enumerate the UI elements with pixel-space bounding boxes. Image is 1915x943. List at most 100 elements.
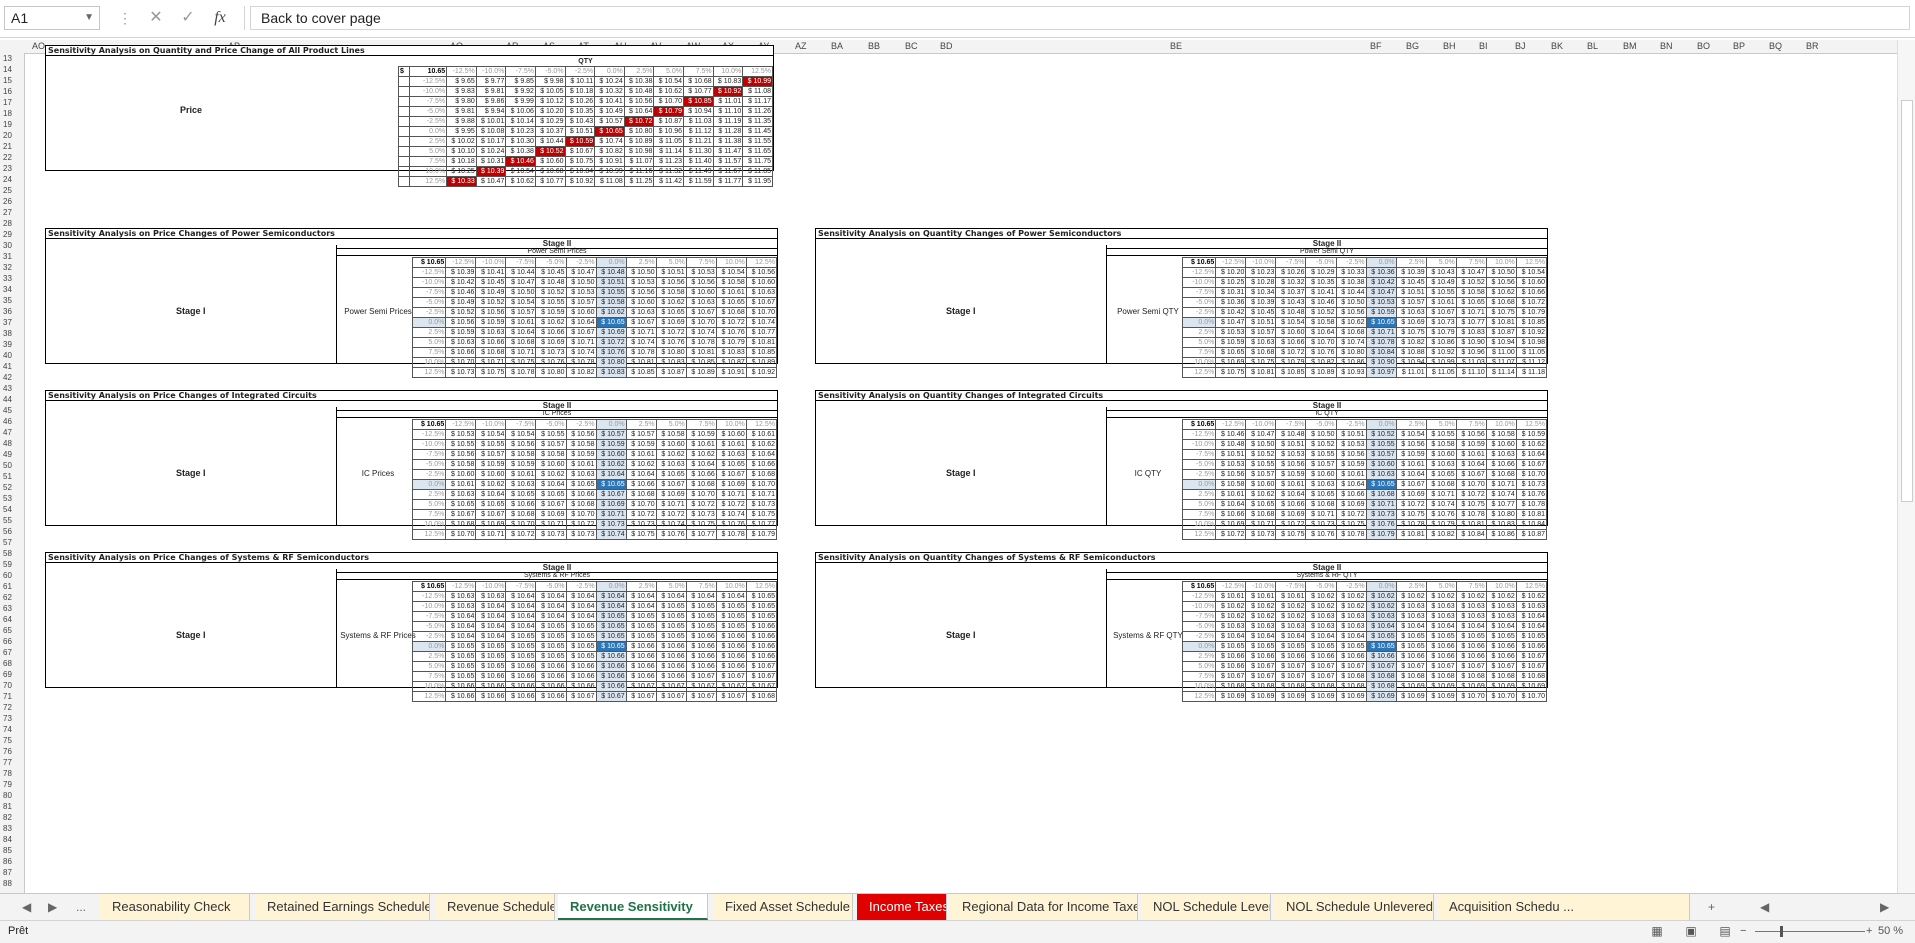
table-cell[interactable]: $ 10.84 [1515, 519, 1548, 530]
table-cell[interactable]: -7.5% [408, 96, 448, 107]
table-cell[interactable]: $ 10.66 [1215, 651, 1247, 662]
table-cell[interactable]: $ 10.46 [445, 287, 477, 298]
table-cell[interactable]: $ 10.71 [475, 529, 507, 540]
table-cell[interactable]: 7.5% [411, 671, 447, 682]
table-cell[interactable]: $ 10.46 [1305, 297, 1337, 308]
table-cell[interactable]: $ 10.60 [1515, 277, 1548, 288]
column-header[interactable]: BC [905, 41, 918, 51]
add-sheet-icon[interactable]: + [1708, 900, 1715, 914]
table-cell[interactable]: $ 10.67 [655, 479, 687, 490]
table-cell[interactable]: $ 10.66 [625, 641, 657, 652]
table-cell[interactable]: $ 10.72 [715, 499, 747, 510]
table-cell[interactable]: -10.0% [411, 439, 447, 450]
table-cell[interactable]: $ 10.52 [1455, 277, 1487, 288]
table-cell[interactable]: $ 10.62 [1335, 317, 1367, 328]
table-cell[interactable]: $ 10.61 [445, 479, 477, 490]
table-cell[interactable]: $ 10.59 [1455, 439, 1487, 450]
table-cell[interactable]: -7.5% [411, 449, 447, 460]
table-cell[interactable]: $ 10.63 [1395, 611, 1427, 622]
table-cell[interactable]: $ 11.49 [683, 166, 714, 177]
table-cell[interactable]: $ 10.65 [1305, 641, 1337, 652]
table-cell[interactable]: $ 10.68 [685, 479, 717, 490]
table-cell[interactable]: $ 10.51 [1245, 317, 1277, 328]
table-cell[interactable]: $ 10.83 [715, 347, 747, 358]
table-cell[interactable]: $ 10.69 [1215, 519, 1247, 530]
table-cell[interactable]: 7.5% [1181, 347, 1217, 358]
table-cell[interactable]: -5.0% [411, 621, 447, 632]
table-cell[interactable]: $ 10.57 [625, 429, 657, 440]
table-cell[interactable]: $ 10.53 [565, 287, 597, 298]
table-cell[interactable]: $ 10.61 [505, 469, 537, 480]
table-cell[interactable]: $ 10.58 [715, 277, 747, 288]
table-cell[interactable]: $ 10.69 [1215, 691, 1247, 702]
table-cell[interactable]: $ 10.59 [475, 317, 507, 328]
table-cell[interactable]: $ 10.66 [535, 661, 567, 672]
table-cell[interactable]: $ 10.60 [565, 307, 597, 318]
table-cell[interactable]: $ 10.66 [475, 671, 507, 682]
column-header[interactable]: BO [1697, 41, 1710, 51]
table-cell[interactable]: $ 10.69 [535, 337, 567, 348]
table-cell[interactable]: -5.0% [1305, 581, 1337, 592]
table-cell[interactable]: $ 10.68 [1245, 681, 1277, 692]
table-cell[interactable]: $ 10.62 [535, 317, 567, 328]
table-cell[interactable]: $ 10.64 [475, 631, 507, 642]
row-header[interactable]: 71 [0, 691, 24, 702]
table-cell[interactable]: $ 10.60 [715, 429, 747, 440]
table-cell[interactable]: -5.0% [535, 257, 567, 268]
row-header[interactable]: 30 [0, 240, 24, 251]
table-cell[interactable]: $ 10.66 [1215, 509, 1247, 520]
table-cell[interactable]: $ 10.65 [595, 611, 627, 622]
table-cell[interactable]: $ 10.73 [565, 529, 597, 540]
column-header[interactable]: BH [1443, 41, 1456, 51]
table-cell[interactable]: $ 10.73 [1425, 317, 1457, 328]
table-cell[interactable]: $ 10.59 [475, 459, 507, 470]
row-header[interactable]: 54 [0, 504, 24, 515]
table-cell[interactable]: $ 10.45 [1245, 307, 1277, 318]
row-header[interactable]: 84 [0, 834, 24, 845]
table-cell[interactable]: $ 10.64 [1515, 449, 1548, 460]
sheet-tab[interactable]: Income Taxes [857, 894, 947, 920]
table-cell[interactable]: $ 10.75 [1485, 307, 1517, 318]
table-cell[interactable]: $ 10.58 [505, 449, 537, 460]
table-cell[interactable]: 10.0% [1485, 581, 1517, 592]
table-cell[interactable]: $ 11.12 [1515, 357, 1548, 368]
table-cell[interactable]: $ 11.01 [1395, 367, 1427, 378]
table-cell[interactable]: 12.5% [1515, 419, 1548, 430]
table-cell[interactable]: $ 10.51 [1395, 287, 1427, 298]
table-cell[interactable]: $ 10.55 [595, 287, 627, 298]
table-cell[interactable]: $ 10.66 [625, 671, 657, 682]
table-cell[interactable]: $ 10.76 [715, 519, 747, 530]
table-cell[interactable]: $ 10.53 [625, 277, 657, 288]
table-cell[interactable]: $ 10.66 [595, 661, 627, 672]
table-cell[interactable]: $ 10.68 [745, 469, 778, 480]
table-cell[interactable]: $ 10.84 [1365, 347, 1397, 358]
table-cell[interactable]: $ 10.66 [595, 671, 627, 682]
table-cell[interactable]: $ 10.77 [745, 519, 778, 530]
table-cell[interactable]: $ 11.67 [712, 166, 744, 177]
table-cell[interactable]: $ 10.74 [715, 509, 747, 520]
table-cell[interactable]: $ 10.65 [475, 499, 507, 510]
table-cell[interactable]: -5.0% [535, 419, 567, 430]
table-cell[interactable]: $ 10.67 [1305, 661, 1337, 672]
row-header[interactable]: 40 [0, 350, 24, 361]
table-cell[interactable]: $ 10.51 [1335, 429, 1367, 440]
table-cell[interactable]: 7.5% [411, 347, 447, 358]
table-cell[interactable]: $ 10.66 [1515, 641, 1548, 652]
table-cell[interactable]: $ 10.65 [655, 631, 687, 642]
table-cell[interactable]: $ 10.75 [505, 357, 537, 368]
table-cell[interactable]: $ 10.54 [475, 429, 507, 440]
table-cell[interactable]: -2.5% [408, 116, 448, 127]
table-cell[interactable]: -12.5% [1181, 429, 1217, 440]
table-cell[interactable]: $ 10.66 [745, 459, 778, 470]
table-cell[interactable]: 10.0% [1485, 419, 1517, 430]
table-cell[interactable]: $ 10.68 [1335, 671, 1367, 682]
table-cell[interactable]: $ 10.60 [1485, 439, 1517, 450]
sheet-tab[interactable]: Revenue Sensitivity [558, 894, 708, 920]
table-cell[interactable]: $ 10.72 [623, 116, 655, 127]
table-cell[interactable]: $ 10.64 [535, 479, 567, 490]
table-cell[interactable]: $ 10.66 [625, 651, 657, 662]
table-cell[interactable]: -5.0% [411, 297, 447, 308]
table-cell[interactable]: $ 10.86 [1425, 337, 1457, 348]
table-cell[interactable]: $ 10.65 [1425, 631, 1457, 642]
table-cell[interactable]: $ 9.94 [475, 106, 507, 117]
